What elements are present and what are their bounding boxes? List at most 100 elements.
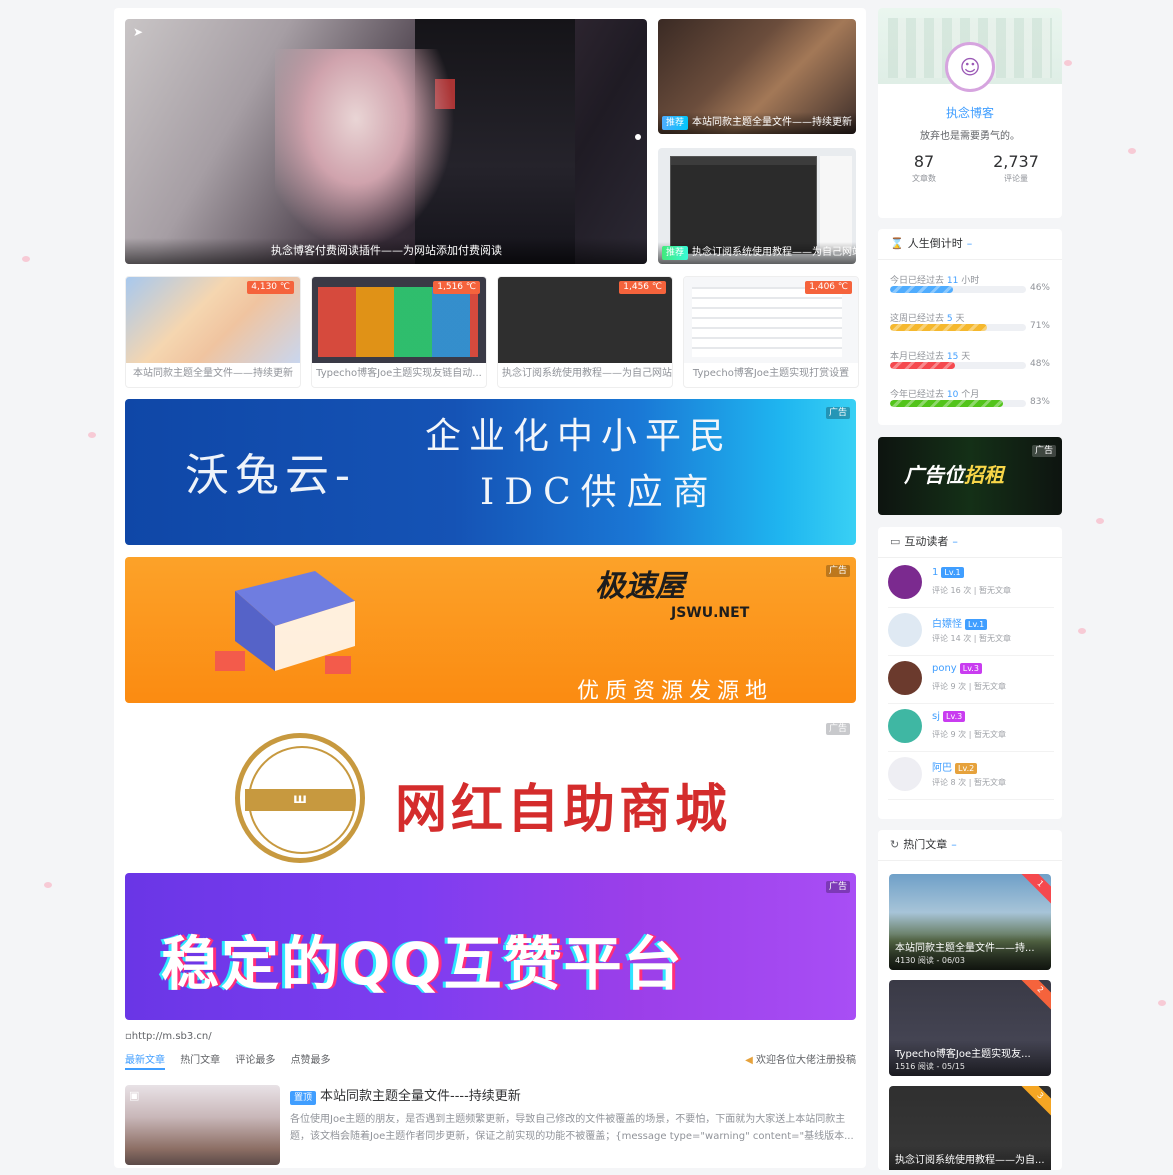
hero-main-slide[interactable]: ➤ 执念博客付费阅读插件——为网站添加付费阅读 bbox=[125, 19, 647, 264]
reader-avatar[interactable] bbox=[888, 565, 922, 599]
ad-banner-jswu[interactable]: 极速屋 JSWU.NET 优质资源发源地 广告 bbox=[125, 557, 856, 703]
ad-banner-qq[interactable]: 稳定的QQ互赞平台 广告 bbox=[125, 873, 856, 1020]
recommend-tag: 推荐 bbox=[662, 116, 689, 130]
countdown-row: 今年已经过去 10 个月 83% bbox=[890, 387, 1050, 407]
hot-title[interactable]: 执念订阅系统使用教程——为自... bbox=[895, 1151, 1045, 1166]
pinned-badge: 置顶 bbox=[290, 1091, 317, 1105]
progress-track bbox=[890, 362, 1026, 369]
thumb-image: 4,130 ℃ bbox=[126, 277, 300, 363]
notice[interactable]: ◀ 欢迎各位大佬注册投稿 bbox=[745, 1051, 856, 1066]
author-name[interactable]: 执念博客 bbox=[878, 104, 1062, 121]
card-title: 热门文章 bbox=[903, 838, 948, 851]
reader-name[interactable]: pony Lv.3 bbox=[932, 663, 982, 674]
thumb-title[interactable]: Typecho博客Joe主题实现友链自动... bbox=[312, 363, 486, 387]
carousel-dot[interactable] bbox=[635, 134, 641, 140]
thumb-card-2[interactable]: 1,516 ℃ Typecho博客Joe主题实现友链自动... bbox=[311, 276, 487, 388]
countdown-value: 5 bbox=[946, 314, 953, 324]
article-cover[interactable]: ▣ bbox=[125, 1085, 280, 1165]
thumb-title[interactable]: 本站同款主题全量文件——持续更新 bbox=[126, 363, 300, 387]
article-title[interactable]: 置顶 本站同款主题全量文件----持续更新 bbox=[290, 1085, 521, 1105]
hot-article[interactable]: 2 Typecho博客Joe主题实现友... 1516 阅读 - 05/15 bbox=[889, 980, 1051, 1076]
article-title-text[interactable]: 本站同款主题全量文件----持续更新 bbox=[320, 1089, 521, 1104]
reader-avatar[interactable] bbox=[888, 613, 922, 647]
hot-articles-card: ↻ 热门文章 – 1 本站同款主题全量文件——持... 4130 阅读 - 06/03 2… bbox=[878, 830, 1062, 1170]
hot-article[interactable]: 3 执念订阅系统使用教程——为自... bbox=[889, 1086, 1051, 1170]
stat-comments: 2,737 评论量 bbox=[970, 152, 1062, 184]
hero-side-card-2[interactable]: 推荐 执念订阅系统使用教程——为自己网站 bbox=[658, 148, 856, 264]
thumb-title[interactable]: 执念订阅系统使用教程——为自己网站... bbox=[498, 363, 672, 387]
ad-banner-shop[interactable]: ш 网红自助商城 广告 bbox=[125, 715, 856, 863]
progress-track bbox=[890, 286, 1026, 293]
article-item[interactable]: ▣ 置顶 本站同款主题全量文件----持续更新 各位使用Joe主题的朋友，是否遇到… bbox=[125, 1085, 856, 1175]
countdown-row: 今日已经过去 11 小时 46% bbox=[890, 273, 1050, 293]
ad-logo-en: JSWU.NET bbox=[671, 605, 750, 621]
countdown-label: 今年已经过去 bbox=[890, 390, 945, 400]
countdown-percent: 71% bbox=[1029, 321, 1050, 331]
shop-emblem-bar: ш bbox=[245, 789, 355, 811]
ad-badge: 广告 bbox=[825, 565, 850, 577]
countdown-value: 10 bbox=[946, 390, 959, 400]
level-badge: Lv.2 bbox=[955, 763, 978, 774]
card-header: ⌛ 人生倒计时 – bbox=[878, 229, 1062, 260]
recommend-tag: 推荐 bbox=[662, 246, 689, 260]
reader-avatar[interactable] bbox=[888, 661, 922, 695]
reader-item[interactable]: 1 Lv.1 评论 16 次 | 暂无文章 bbox=[888, 561, 1054, 608]
tab-most-comments[interactable]: 评论最多 bbox=[235, 1051, 275, 1066]
author-card: ☺ 执念博客 放弃也是需要勇气的。 87 文章数 2,737 评论量 bbox=[878, 8, 1062, 218]
ad-logo-text: 极速屋 bbox=[595, 569, 685, 604]
petal-decoration bbox=[1128, 148, 1136, 154]
card-title: 人生倒计时 bbox=[907, 237, 963, 250]
tab-hot[interactable]: 热门文章 bbox=[180, 1051, 220, 1066]
reader-name[interactable]: 阿巴 Lv.2 bbox=[932, 759, 978, 774]
reader-avatar[interactable] bbox=[888, 709, 922, 743]
hot-article[interactable]: 1 本站同款主题全量文件——持... 4130 阅读 - 06/03 bbox=[889, 874, 1051, 970]
stat-label: 文章数 bbox=[912, 174, 936, 183]
hero-side-title-1[interactable]: 本站同款主题全量文件——持续更新 bbox=[692, 117, 852, 128]
hero-main-caption[interactable]: 执念博客付费阅读插件——为网站添加付费阅读 bbox=[125, 238, 647, 264]
ad-text: 企业化中小平民 bbox=[425, 416, 734, 457]
reader-name[interactable]: 白嫖怪 Lv.1 bbox=[932, 615, 988, 630]
heat-badge: 1,516 ℃ bbox=[433, 281, 480, 294]
sidebar-ad[interactable]: 广告位招租 广告 bbox=[878, 437, 1062, 515]
heat-badge: 1,406 ℃ bbox=[805, 281, 852, 294]
stat-articles: 87 文章数 bbox=[878, 152, 970, 184]
broken-image-icon: ▫ bbox=[125, 1031, 132, 1042]
tab-latest[interactable]: 最新文章 bbox=[125, 1051, 165, 1070]
thumb-title[interactable]: Typecho博客Joe主题实现打赏设置 bbox=[684, 363, 858, 387]
countdown-row: 本月已经过去 15 天 48% bbox=[890, 349, 1050, 369]
hero-figure-image bbox=[275, 49, 455, 249]
thumb-card-4[interactable]: 1,406 ℃ Typecho博客Joe主题实现打赏设置 bbox=[683, 276, 859, 388]
hot-meta: 4130 阅读 - 06/03 bbox=[895, 956, 965, 965]
author-motto: 放弃也是需要勇气的。 bbox=[920, 131, 1020, 142]
countdown-label: 今日已经过去 bbox=[890, 276, 945, 286]
petal-decoration bbox=[1078, 628, 1086, 634]
thumb-card-3[interactable]: 1,456 ℃ 执念订阅系统使用教程——为自己网站... bbox=[497, 276, 673, 388]
broken-image[interactable]: ▫http://m.sb3.cn/ bbox=[125, 1031, 212, 1042]
ad-text: 稳定的QQ互赞平台 bbox=[161, 930, 684, 998]
tab-most-likes[interactable]: 点赞最多 bbox=[291, 1051, 331, 1066]
petal-decoration bbox=[1096, 518, 1104, 524]
ad-banner-idc[interactable]: 企业化中小平民 沃兔云- IDC供应商 广告 bbox=[125, 399, 856, 545]
reader-item[interactable]: 阿巴 Lv.2 评论 8 次 | 暂无文章 bbox=[888, 753, 1054, 800]
hot-title[interactable]: 本站同款主题全量文件——持... bbox=[895, 939, 1035, 954]
reader-name[interactable]: 1 Lv.1 bbox=[932, 567, 964, 578]
ad-text: 广告位招租 bbox=[904, 463, 1004, 487]
heat-badge: 1,456 ℃ bbox=[619, 281, 666, 294]
hero-side-card-1[interactable]: 推荐 本站同款主题全量文件——持续更新 bbox=[658, 19, 856, 134]
rank-ribbon: 1 bbox=[1018, 874, 1051, 906]
ad-badge: 广告 bbox=[825, 881, 850, 893]
petal-decoration bbox=[22, 256, 30, 262]
progress-fill bbox=[890, 324, 987, 331]
hero-side-title-2[interactable]: 执念订阅系统使用教程——为自己网站 bbox=[692, 247, 856, 258]
countdown-percent: 46% bbox=[1029, 283, 1050, 293]
reader-item[interactable]: pony Lv.3 评论 9 次 | 暂无文章 bbox=[888, 657, 1054, 704]
hot-title[interactable]: Typecho博客Joe主题实现友... bbox=[895, 1045, 1031, 1060]
author-avatar[interactable]: ☺ bbox=[945, 42, 995, 92]
reader-name[interactable]: sj Lv.3 bbox=[932, 711, 966, 722]
editor-panel bbox=[820, 156, 852, 252]
reader-item[interactable]: 白嫖怪 Lv.1 评论 14 次 | 暂无文章 bbox=[888, 609, 1054, 656]
reader-avatar[interactable] bbox=[888, 757, 922, 791]
reader-item[interactable]: sj Lv.3 评论 9 次 | 暂无文章 bbox=[888, 705, 1054, 752]
ad-slogan: 优质资源发源地 bbox=[577, 679, 774, 703]
thumb-card-1[interactable]: 4,130 ℃ 本站同款主题全量文件——持续更新 bbox=[125, 276, 301, 388]
